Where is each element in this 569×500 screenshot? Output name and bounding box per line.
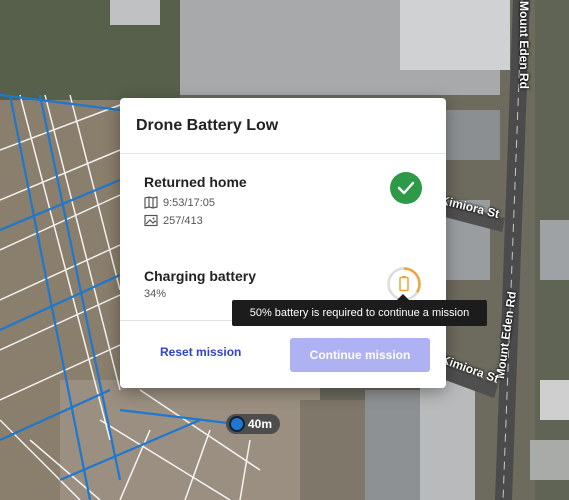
step-title: Returned home (144, 174, 247, 190)
map-icon (144, 196, 158, 209)
step-title: Charging battery (144, 268, 257, 284)
dialog-footer: Reset mission Continue mission (120, 320, 446, 389)
image-icon (144, 214, 158, 227)
battery-requirement-tooltip: 50% battery is required to continue a mi… (232, 294, 487, 326)
reset-mission-button[interactable]: Reset mission (160, 345, 241, 359)
battery-low-dialog: Drone Battery Low Returned home 9:53/17:… (120, 98, 446, 388)
dialog-title: Drone Battery Low (120, 98, 446, 154)
step-charging-battery: Charging battery 34% (144, 268, 422, 300)
photo-count-row: 257/413 (144, 214, 422, 227)
continue-mission-button[interactable]: Continue mission (290, 338, 430, 372)
photo-count-value: 257/413 (163, 214, 203, 227)
flight-time-row: 9:53/17:05 (144, 196, 422, 209)
check-icon (390, 172, 422, 204)
battery-percent: 34% (144, 288, 167, 300)
flight-time-value: 9:53/17:05 (163, 196, 215, 209)
battery-icon (399, 276, 409, 292)
distance-label: 40m (248, 417, 273, 431)
street-label-mount-eden-top: Mount Eden Rd (516, 1, 531, 89)
step-returned-home: Returned home 9:53/17:05 257/413 (144, 174, 422, 227)
distance-marker[interactable]: 40m (226, 414, 281, 434)
drone-position-icon (229, 416, 245, 432)
